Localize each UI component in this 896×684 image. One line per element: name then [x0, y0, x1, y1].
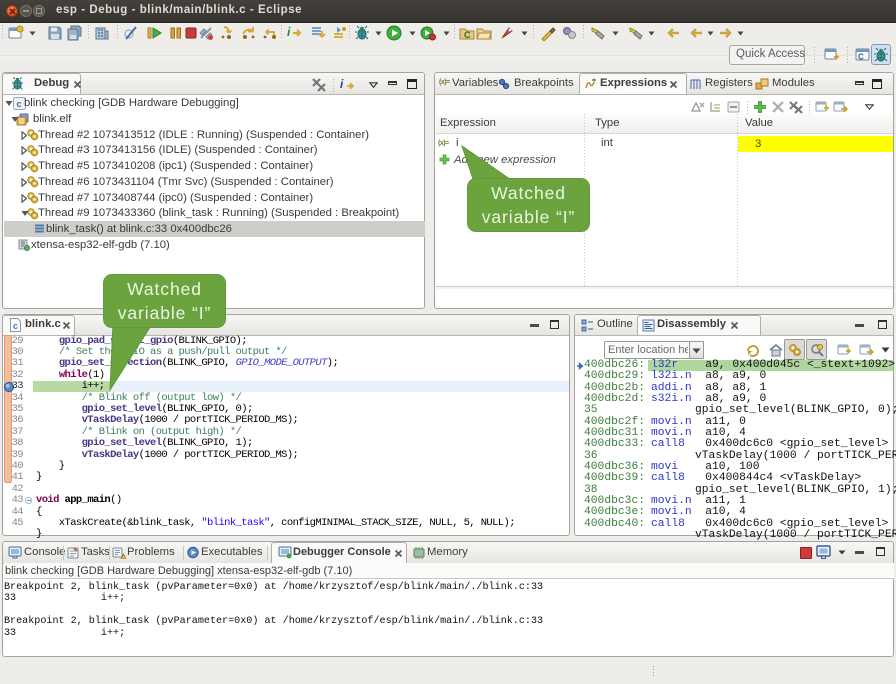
svg-text:C: C [858, 53, 864, 62]
svg-text:C: C [464, 30, 471, 40]
svg-text:c: c [13, 321, 18, 331]
svg-text:c: c [17, 99, 22, 109]
